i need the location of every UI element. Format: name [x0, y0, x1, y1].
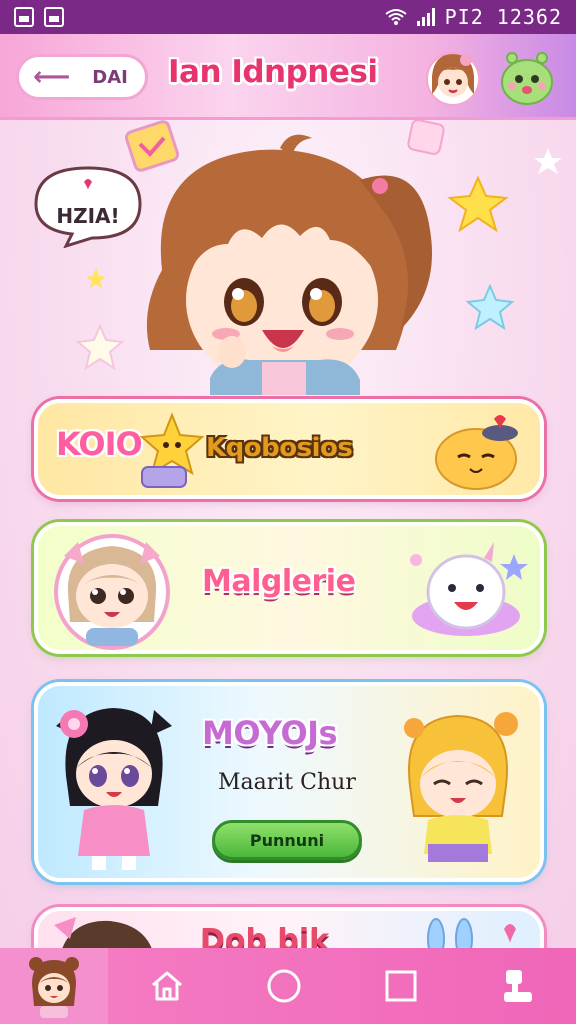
back-button[interactable]: ⟵ DAI — [16, 54, 148, 100]
card-title: Dob bik — [200, 923, 330, 948]
hero-illustration — [75, 120, 562, 395]
gallery-icon — [44, 7, 64, 27]
bottom-nav — [0, 948, 576, 1024]
character-avatar — [54, 534, 170, 650]
character-illustration — [404, 712, 518, 862]
list-item[interactable]: Malglerie — [34, 522, 544, 654]
status-bar: PI2 12362 — [0, 0, 576, 34]
list-item[interactable]: KOIO Kqobosios — [34, 399, 544, 499]
list-item[interactable]: Dob bik — [34, 907, 544, 948]
blob-character-icon — [435, 415, 518, 490]
square-icon — [385, 970, 416, 1002]
puzzle-icon — [503, 970, 532, 1002]
card-title: Malglerie — [202, 564, 356, 599]
nav-circle[interactable] — [225, 948, 342, 1024]
ghost-character-icon — [410, 542, 528, 636]
app-header: ⟵ DAI Ian Idnpnesi — [0, 34, 576, 120]
user-avatar[interactable] — [422, 46, 484, 108]
hero-section: HZIA! — [0, 120, 576, 395]
nav-avatar-button[interactable] — [0, 948, 108, 1024]
status-left — [14, 7, 64, 27]
card-title: MOYOJs — [202, 714, 338, 752]
main-content[interactable]: HZIA! KOIO Kqobosios Malglerie MOYOJs Ma… — [0, 120, 576, 948]
nav-square[interactable] — [342, 948, 459, 1024]
back-arrow-icon: ⟵ — [33, 62, 71, 92]
character-avatar — [54, 917, 152, 948]
back-label: DAI — [92, 66, 128, 88]
card-subtitle: Maarit Chur — [218, 770, 356, 795]
page-title: Ian Idnpnesi — [168, 54, 378, 90]
card-tag: KOIO — [56, 425, 143, 463]
signal-icon — [416, 8, 435, 26]
character-illustration — [56, 708, 172, 870]
card-title: Kqobosios — [206, 433, 353, 463]
play-button[interactable]: Punnuni — [212, 820, 362, 860]
status-right: PI2 12362 — [385, 5, 562, 29]
bunny-character-icon — [427, 918, 516, 948]
notification-icon — [14, 7, 34, 27]
nav-more[interactable] — [459, 948, 576, 1024]
status-time: PI2 12362 — [444, 5, 562, 29]
home-icon — [151, 971, 182, 1001]
circle-icon — [267, 969, 300, 1003]
avatar-icon — [29, 957, 79, 1018]
nav-home[interactable] — [108, 948, 225, 1024]
wifi-icon — [385, 9, 407, 25]
speech-text: HZIA! — [56, 204, 120, 228]
mascot-icon[interactable] — [496, 46, 558, 108]
star-character-icon — [139, 412, 205, 488]
list-item[interactable]: MOYOJs Maarit Chur Punnuni — [34, 682, 544, 882]
